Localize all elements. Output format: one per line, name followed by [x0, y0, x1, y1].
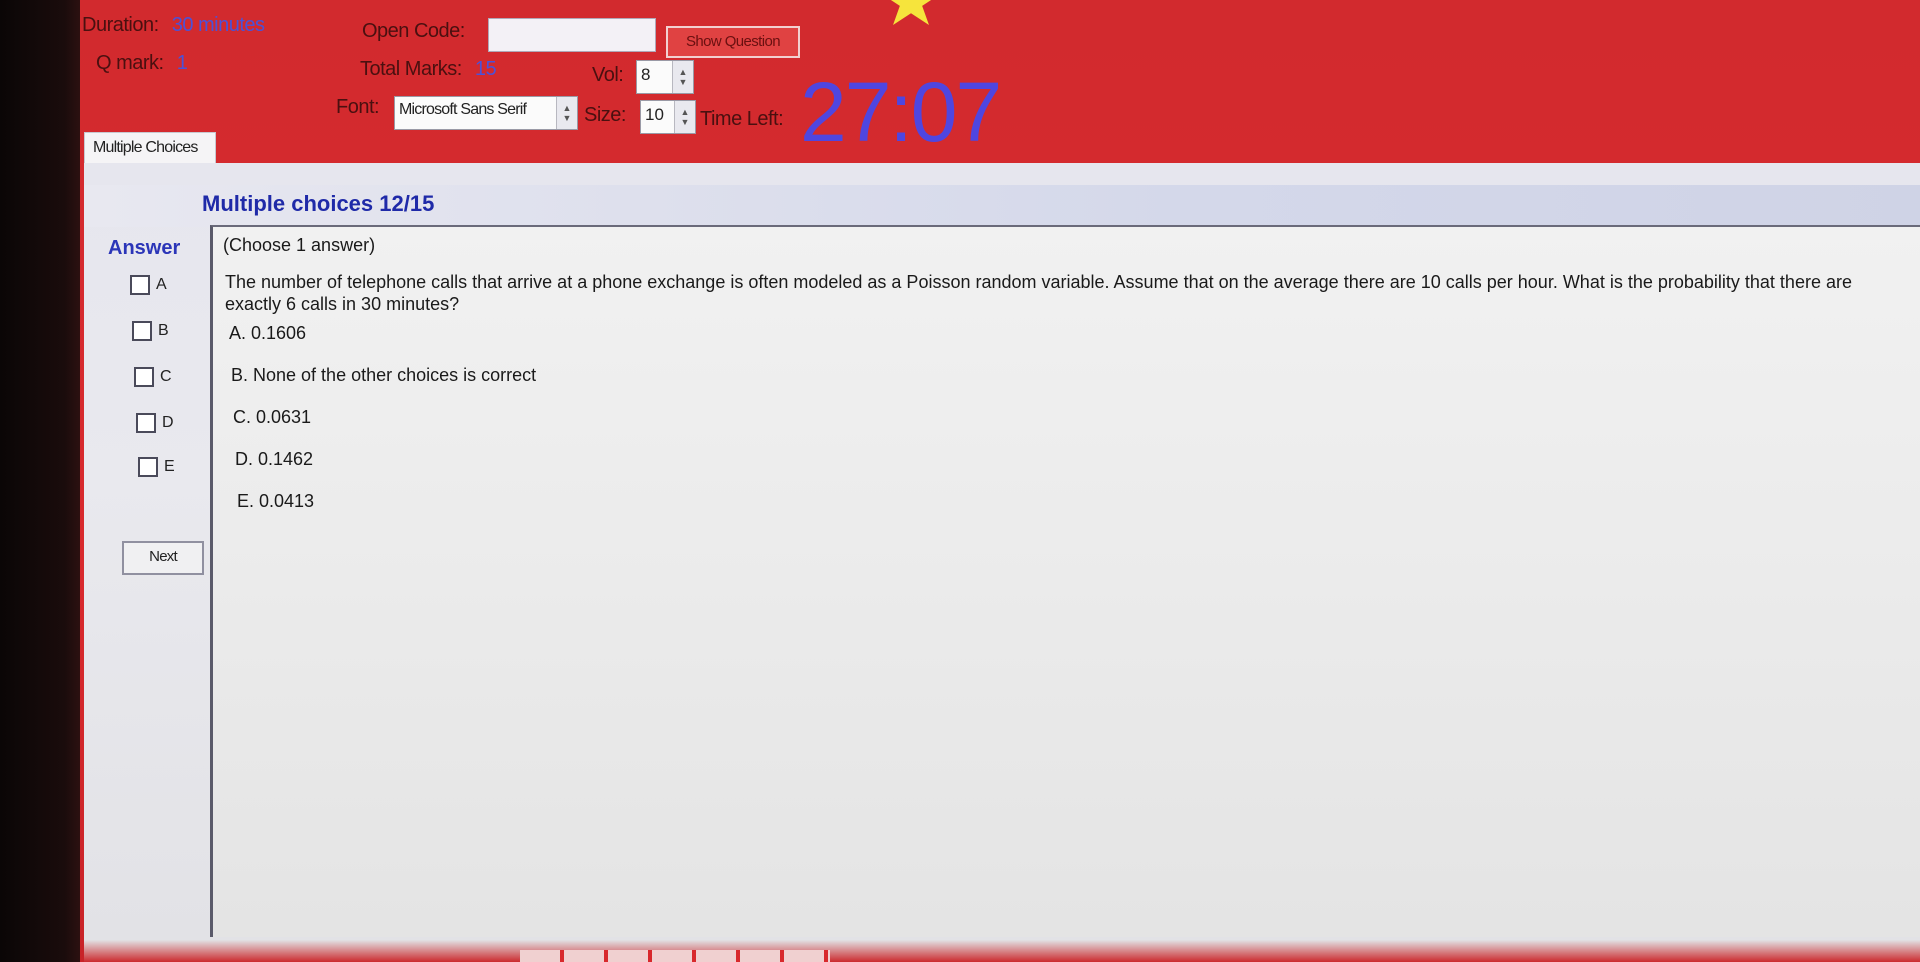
- show-question-button[interactable]: Show Question: [666, 26, 800, 58]
- choice-e: E. 0.0413: [237, 491, 315, 511]
- screen-bezel: [0, 0, 92, 962]
- checkbox-d[interactable]: [136, 413, 156, 433]
- checkbox-c[interactable]: [134, 367, 154, 387]
- font-label: Font:: [336, 96, 380, 118]
- time-left-label: Time Left:: [700, 108, 784, 130]
- time-left-value: 27:07: [800, 65, 1002, 159]
- main-panel: Multiple choices 12/15 Answer A B C D E …: [84, 163, 1920, 950]
- font-selector[interactable]: Microsoft Sans Serif ▲ ▼: [394, 96, 578, 130]
- vol-label: Vol:: [592, 64, 624, 86]
- answer-option-d[interactable]: D: [136, 413, 174, 433]
- checkbox-e[interactable]: [138, 457, 158, 477]
- question-navigation-strip[interactable]: [520, 950, 830, 962]
- section-title: Multiple choices 12/15: [202, 191, 435, 216]
- size-spinner[interactable]: 10 ▲ ▼: [640, 100, 696, 134]
- tab-multiple-choices[interactable]: Multiple Choices: [84, 132, 216, 166]
- answer-option-d-label: D: [162, 414, 174, 432]
- answer-option-a[interactable]: A: [130, 275, 167, 295]
- answer-label: Answer: [108, 237, 181, 259]
- size-label: Size:: [584, 104, 626, 126]
- total-marks-value: 15: [474, 58, 497, 80]
- answer-option-b-label: B: [158, 322, 169, 340]
- choice-b: B. None of the other choices is correct: [231, 365, 537, 385]
- choice-c: C. 0.0631: [233, 407, 312, 427]
- open-code-input[interactable]: [488, 18, 656, 52]
- size-value: 10: [645, 105, 664, 124]
- checkbox-b[interactable]: [132, 321, 152, 341]
- duration-label: Duration: 30 minutes: [82, 14, 265, 37]
- qmark-label-text: Q mark:: [96, 52, 164, 74]
- answer-option-c[interactable]: C: [134, 367, 172, 387]
- panel-bottom-edge: [84, 940, 1920, 962]
- question-box: (Choose 1 answer) The number of telephon…: [210, 225, 1920, 937]
- answer-option-b[interactable]: B: [132, 321, 169, 341]
- next-button[interactable]: Next: [122, 541, 204, 575]
- checkbox-a[interactable]: [130, 275, 150, 295]
- font-value: Microsoft Sans Serif: [399, 101, 527, 118]
- total-marks-label-text: Total Marks:: [360, 58, 462, 80]
- spinner-arrows-icon[interactable]: ▲ ▼: [674, 101, 695, 133]
- total-marks-label: Total Marks: 15: [360, 58, 497, 81]
- open-code-label: Open Code:: [362, 20, 465, 42]
- spinner-arrows-icon[interactable]: ▲ ▼: [672, 61, 693, 93]
- qmark-value: 1: [176, 52, 188, 74]
- answer-option-e[interactable]: E: [138, 457, 175, 477]
- answer-option-a-label: A: [156, 276, 167, 294]
- duration-label-text: Duration:: [82, 14, 159, 36]
- choice-a: A. 0.1606: [229, 323, 307, 343]
- duration-value: 30 minutes: [171, 14, 265, 36]
- question-text: The number of telephone calls that arriv…: [225, 272, 1852, 314]
- vol-spinner[interactable]: 8 ▲ ▼: [636, 60, 694, 94]
- answer-option-c-label: C: [160, 368, 172, 386]
- spinner-arrows-icon[interactable]: ▲ ▼: [556, 97, 577, 129]
- answer-option-e-label: E: [164, 458, 175, 476]
- vol-value: 8: [641, 65, 651, 84]
- choice-d: D. 0.1462: [235, 449, 314, 469]
- qmark-label: Q mark: 1: [96, 52, 188, 75]
- question-instruction: (Choose 1 answer): [223, 235, 376, 255]
